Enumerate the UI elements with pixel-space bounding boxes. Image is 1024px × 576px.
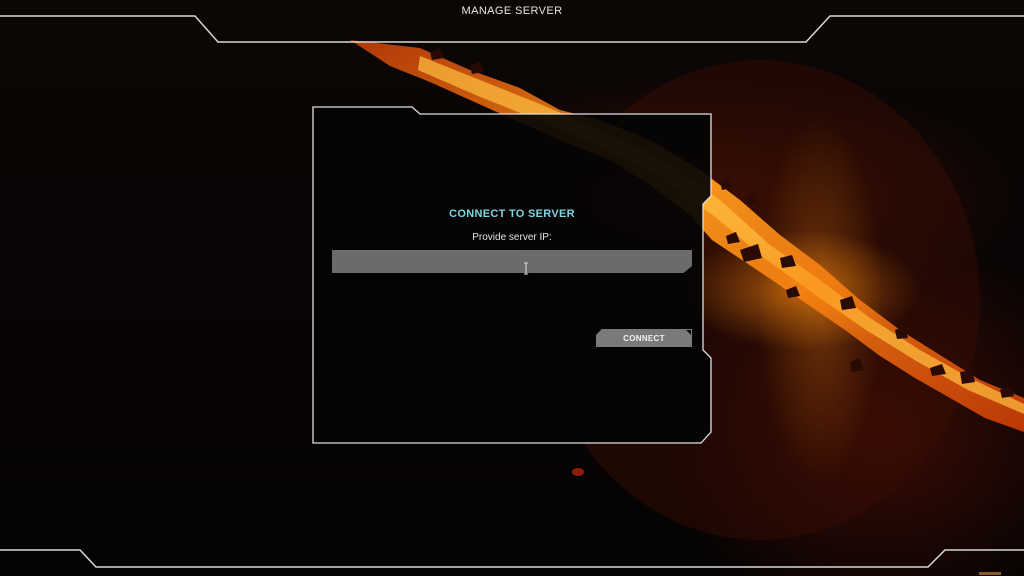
server-ip-label: Provide server IP:: [472, 232, 552, 243]
connect-dialog: CONNECT TO SERVER Provide server IP: CON…: [312, 106, 714, 446]
text-cursor-icon: [524, 262, 528, 275]
server-ip-input[interactable]: [332, 250, 692, 273]
page-title: MANAGE SERVER: [461, 5, 563, 17]
connect-button[interactable]: CONNECT: [596, 329, 692, 347]
dialog-border: [312, 106, 712, 444]
connect-button-corner: [686, 330, 691, 335]
corner-accent: [979, 572, 1001, 575]
dialog-title: CONNECT TO SERVER: [449, 208, 575, 220]
